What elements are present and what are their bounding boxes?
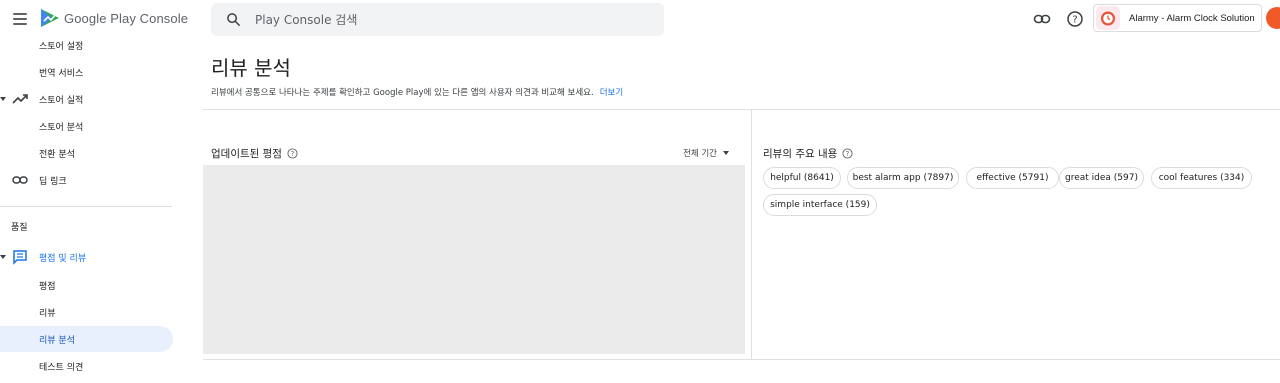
topic-chip[interactable]: great idea (597) <box>1059 167 1144 189</box>
help-icon[interactable]: ? <box>287 148 298 159</box>
sidebar-item-store-analysis[interactable]: 스토어 분석 <box>0 113 173 139</box>
app-name: Alarmy - Alarm Clock Solution <box>1129 12 1255 24</box>
sidebar-item-store-settings[interactable]: 스토어 설정 <box>0 32 173 58</box>
trending-up-icon <box>12 94 28 104</box>
logo-text: Google Play Console <box>64 10 189 26</box>
period-dropdown[interactable]: 전체 기간 <box>683 147 729 159</box>
link-icon[interactable] <box>1033 10 1051 28</box>
sidebar-item-label: 스토어 설정 <box>39 41 84 52</box>
app-icon <box>1096 6 1120 30</box>
description-text: 리뷰에서 공통으로 나타나는 주제를 확인하고 Google Play에 있는 … <box>211 88 594 98</box>
ratings-card-title: 업데이트된 평점 ? <box>211 146 298 161</box>
sidebar-section-quality: 품질 <box>11 223 28 233</box>
sidebar-item-reviews[interactable]: 리뷰 <box>0 299 173 325</box>
sidebar-item-label: 번역 서비스 <box>39 68 84 79</box>
sidebar-item-label: 평점 및 리뷰 <box>39 253 87 264</box>
link-icon <box>12 176 28 184</box>
sidebar-item-label: 리뷰 분석 <box>39 335 75 346</box>
sidebar-item-ratings-reviews[interactable]: 평점 및 리뷰 <box>0 244 173 270</box>
help-icon[interactable]: ? <box>842 148 853 159</box>
content-divider-bottom <box>203 359 1280 360</box>
account-avatar[interactable] <box>1266 7 1280 29</box>
sidebar-item-label: 테스트 의견 <box>39 362 84 373</box>
svg-text:?: ? <box>291 150 295 158</box>
sidebar-item-label: 평점 <box>39 281 56 292</box>
review-icon <box>13 250 27 265</box>
app-selector[interactable]: Alarmy - Alarm Clock Solution <box>1093 4 1262 32</box>
content-divider <box>203 109 1280 110</box>
topic-chip[interactable]: effective (5791) <box>966 167 1059 189</box>
sidebar-item-testing-feedback[interactable]: 테스트 의견 <box>0 353 173 379</box>
period-label: 전체 기간 <box>683 149 717 159</box>
page-description: 리뷰에서 공통으로 나타나는 주제를 확인하고 Google Play에 있는 … <box>211 86 623 98</box>
page-title: 리뷰 분석 <box>211 56 291 80</box>
topic-chip[interactable]: best alarm app (7897) <box>847 167 959 189</box>
sidebar-item-ratings[interactable]: 평점 <box>0 272 173 298</box>
card-divider <box>751 110 752 359</box>
dropdown-arrow-icon <box>722 151 729 155</box>
topic-chip[interactable]: helpful (8641) <box>763 167 841 189</box>
search-bar[interactable] <box>211 3 664 36</box>
play-console-logo-icon <box>41 9 59 27</box>
collapse-arrow-icon <box>0 255 6 259</box>
svg-text:?: ? <box>846 150 850 158</box>
sidebar-item-label: 딥 링크 <box>39 176 67 187</box>
play-console-logo[interactable]: Google Play Console <box>40 8 188 28</box>
sidebar: 스토어 설정 번역 서비스 스토어 실적 스토어 분석 전환 분석 딥 링크 품… <box>0 36 180 383</box>
collapse-arrow-icon <box>0 97 6 101</box>
topic-chip[interactable]: cool features (334) <box>1151 167 1252 189</box>
search-icon <box>227 13 241 27</box>
sidebar-item-conversion-analysis[interactable]: 전환 분석 <box>0 140 173 166</box>
sidebar-item-translation[interactable]: 번역 서비스 <box>0 59 173 85</box>
topics-card-title-text: 리뷰의 주요 내용 <box>763 148 838 160</box>
sidebar-item-deep-links[interactable]: 딥 링크 <box>0 167 173 193</box>
topics-card-title: 리뷰의 주요 내용 ? <box>763 146 853 161</box>
ratings-chart-placeholder <box>203 165 745 354</box>
sidebar-item-label: 전환 분석 <box>39 149 75 160</box>
sidebar-item-label: 스토어 실적 <box>39 95 84 106</box>
sidebar-divider <box>0 206 172 207</box>
help-icon[interactable]: ? <box>1066 10 1084 28</box>
menu-icon[interactable] <box>13 13 27 25</box>
ratings-card-title-text: 업데이트된 평점 <box>211 148 282 160</box>
sidebar-item-label: 스토어 분석 <box>39 122 84 133</box>
search-input[interactable] <box>255 12 635 27</box>
sidebar-item-label: 리뷰 <box>39 308 56 319</box>
svg-text:?: ? <box>1072 15 1077 26</box>
learn-more-link[interactable]: 더보기 <box>600 88 623 98</box>
topic-chip[interactable]: simple interface (159) <box>763 194 877 216</box>
sidebar-item-store-performance[interactable]: 스토어 실적 <box>0 86 173 112</box>
sidebar-item-review-analysis[interactable]: 리뷰 분석 <box>0 326 173 352</box>
